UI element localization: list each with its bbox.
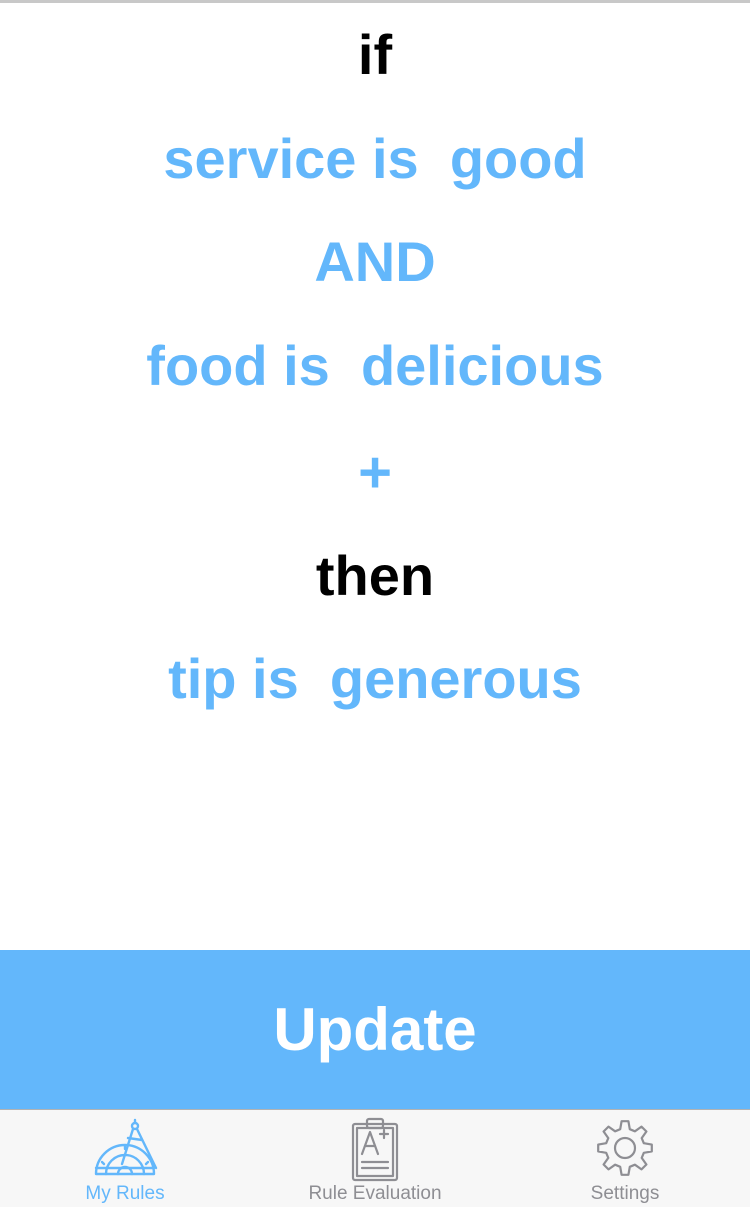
tab-settings[interactable]: Settings [500,1110,750,1207]
logical-operator-and[interactable]: AND [0,227,750,297]
top-divider [0,0,750,3]
tab-label-my-rules: My Rules [85,1183,165,1204]
tab-label-rule-evaluation: Rule Evaluation [308,1183,442,1204]
tab-my-rules[interactable]: My Rules [0,1110,250,1207]
gear-icon [597,1120,653,1176]
update-button-label: Update [273,996,477,1063]
compass-ruler-icon [94,1118,158,1176]
tab-label-settings: Settings [590,1183,660,1204]
consequence-tip-generous[interactable]: tip is generous [0,644,750,714]
then-keyword: then [315,544,435,607]
condition-service-good[interactable]: service is good [0,124,750,194]
tab-bar: My Rules Rule Evaluation Settings [0,1109,750,1207]
update-button[interactable]: Update [0,950,750,1109]
clipboard-grade-icon [351,1117,399,1182]
condition-food-delicious[interactable]: food is delicious [0,331,750,401]
tab-rule-evaluation[interactable]: Rule Evaluation [250,1110,500,1207]
add-condition-button[interactable]: + [0,438,750,508]
if-keyword: if [357,23,393,86]
